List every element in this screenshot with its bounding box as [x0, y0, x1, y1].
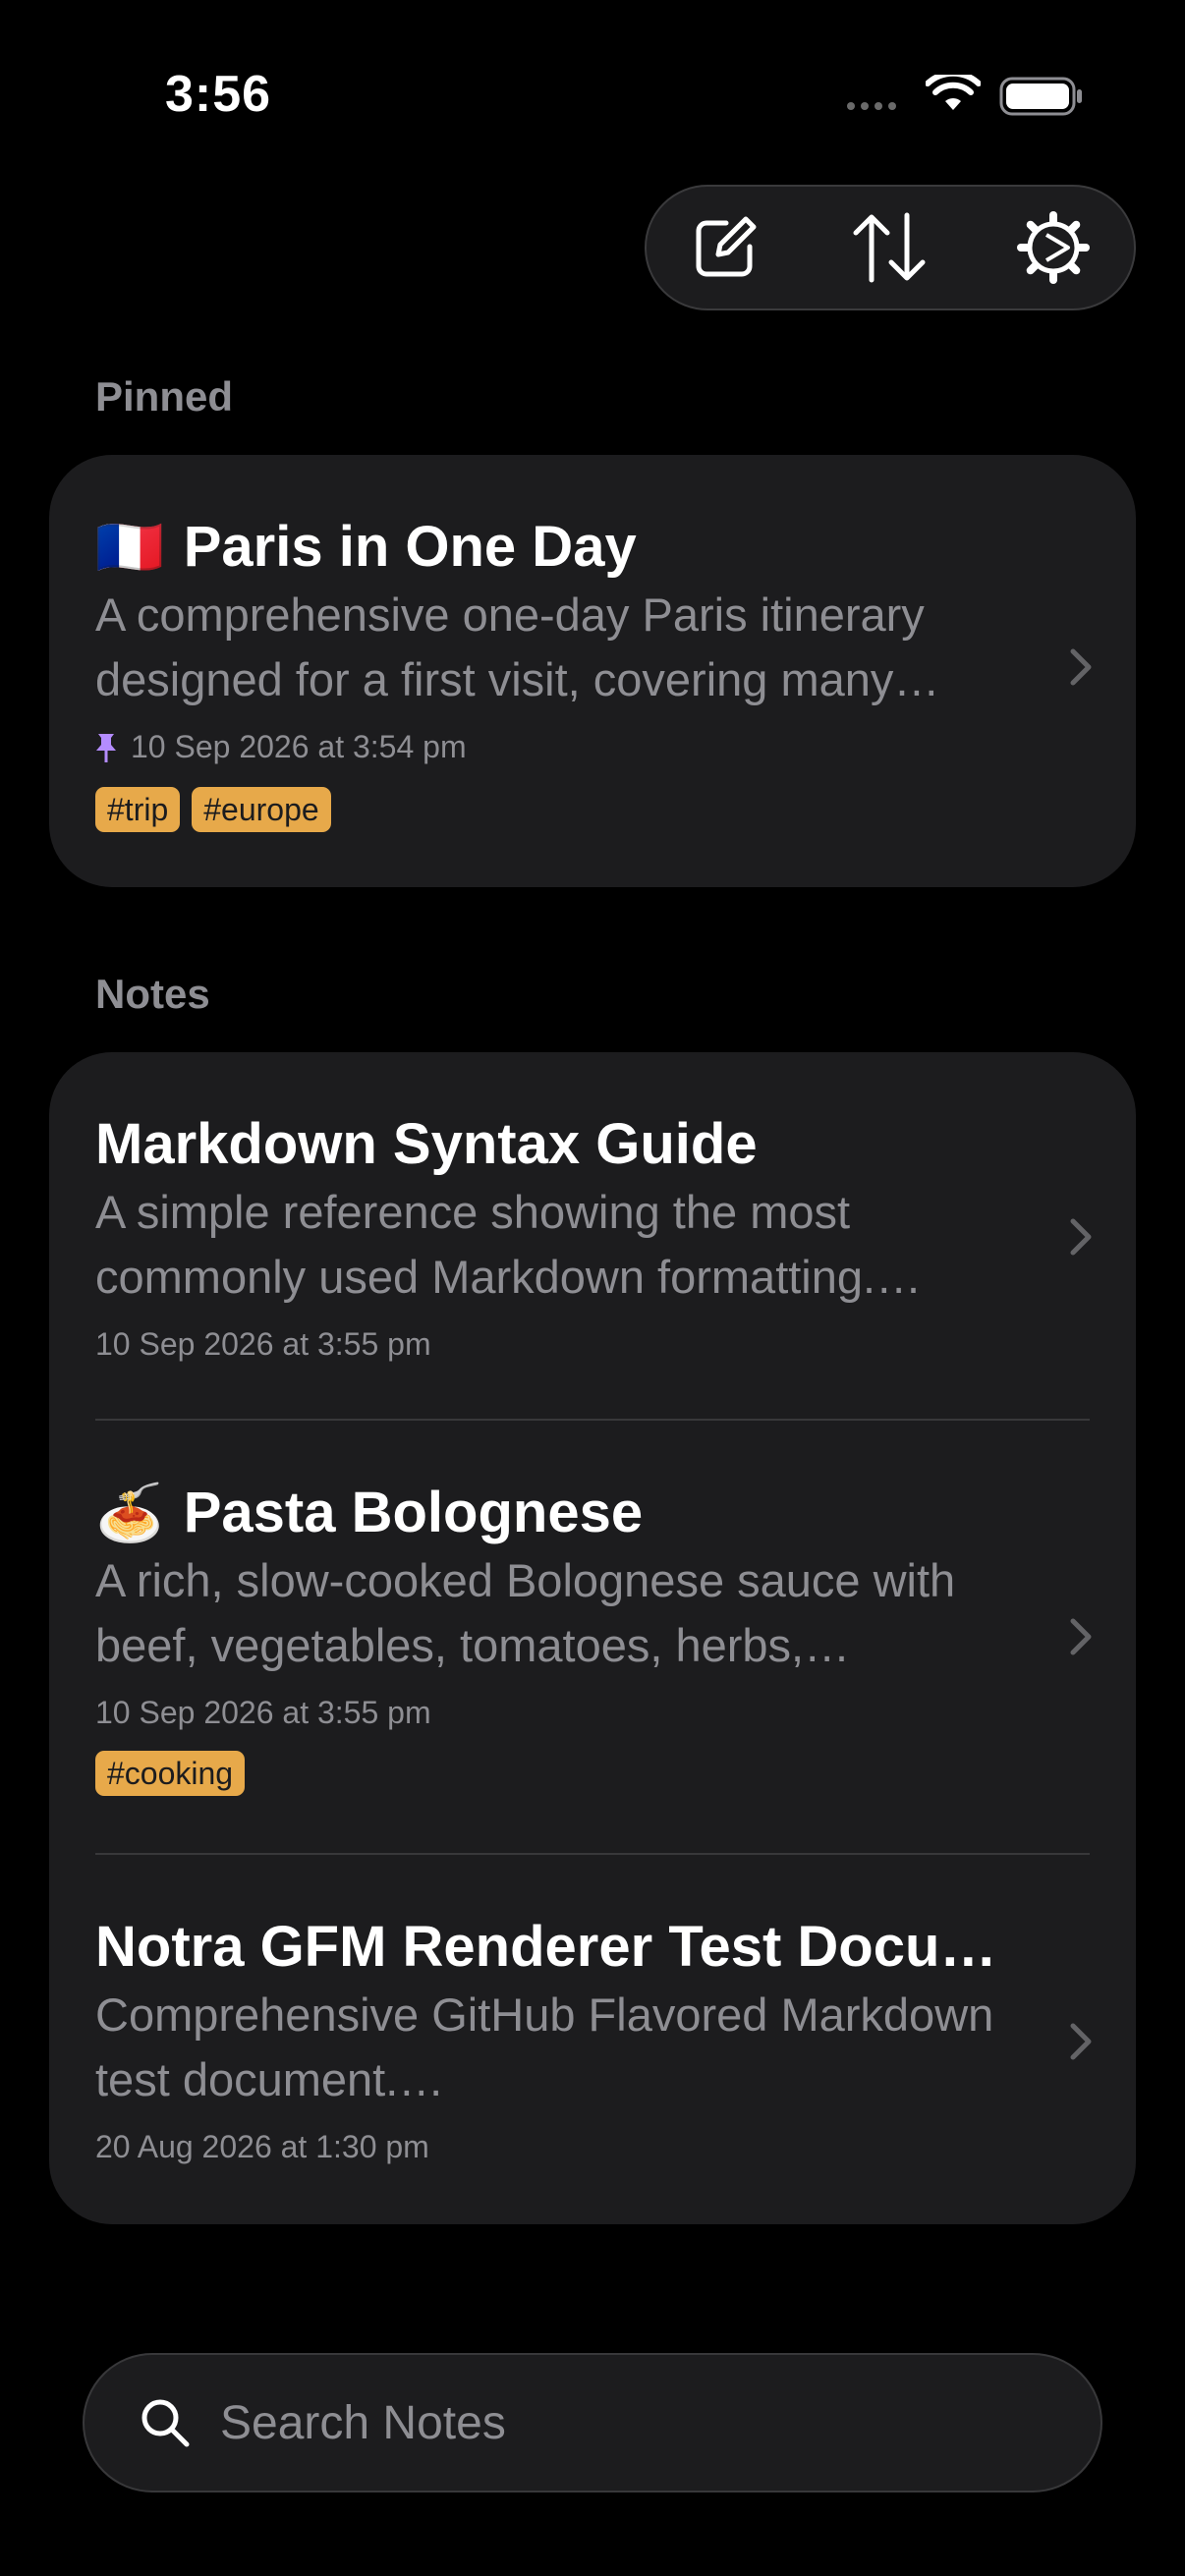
settings-button[interactable]	[1014, 208, 1093, 287]
search-bar[interactable]	[83, 2353, 1102, 2492]
note-title: Notra GFM Renderer Test Docu…	[95, 1914, 996, 1980]
note-date-line: 10 Sep 2026 at 3:55 pm	[95, 1695, 431, 1731]
note-date-line: 10 Sep 2026 at 3:55 pm	[95, 1326, 431, 1363]
note-emoji: 🍝	[95, 1481, 164, 1543]
note-date-line: 20 Aug 2026 at 1:30 pm	[95, 2129, 429, 2165]
note-date: 10 Sep 2026 at 3:55 pm	[95, 1326, 431, 1362]
note-date-line: 10 Sep 2026 at 3:54 pm	[95, 729, 467, 765]
note-title-text: Notra GFM Renderer Test Docu…	[95, 1915, 997, 1979]
pinned-notes-card: 🇫🇷 Paris in One Day A comprehensive one-…	[49, 455, 1136, 887]
note-snippet: A simple reference showing the most comm…	[95, 1186, 923, 1303]
status-indicators	[847, 71, 1083, 120]
pinned-section-header: Pinned	[95, 373, 234, 420]
cellular-signal-icon	[847, 102, 896, 110]
tag-trip[interactable]: #trip	[95, 787, 181, 832]
note-title: 🇫🇷 Paris in One Day	[95, 514, 637, 580]
chevron-right-icon	[1070, 648, 1092, 686]
note-title-text: Paris in One Day	[183, 515, 637, 579]
note-title: 🍝 Pasta Bolognese	[95, 1480, 643, 1545]
note-emoji: 🇫🇷	[95, 515, 164, 578]
note-date: 10 Sep 2026 at 3:55 pm	[95, 1695, 431, 1730]
tag-cooking[interactable]: #cooking	[95, 1751, 246, 1796]
note-title-text: Markdown Syntax Guide	[95, 1112, 758, 1176]
note-snippet: A comprehensive one-day Paris itinerary …	[95, 588, 940, 705]
note-tags: #trip #europe	[95, 787, 331, 832]
new-note-button[interactable]	[686, 208, 764, 287]
notes-card: Markdown Syntax Guide A simple reference…	[49, 1052, 1136, 2224]
chevron-right-icon	[1070, 1618, 1092, 1655]
note-tags: #cooking	[95, 1751, 246, 1796]
search-input[interactable]	[220, 2395, 1006, 2450]
gear-icon	[1017, 211, 1090, 284]
note-date: 10 Sep 2026 at 3:54 pm	[131, 729, 467, 764]
chevron-right-icon	[1070, 1218, 1092, 1256]
notes-list-screen: 3:56 Pinned 🇫🇷 Paris in One Day A compre…	[0, 0, 1185, 2576]
sort-button[interactable]	[850, 208, 929, 287]
note-row-gfm-test[interactable]: Notra GFM Renderer Test Docu… Comprehens…	[49, 1855, 1136, 2224]
notes-section-header: Notes	[95, 971, 210, 1017]
tag-europe[interactable]: #europe	[192, 787, 331, 832]
note-row-markdown-guide[interactable]: Markdown Syntax Guide A simple reference…	[49, 1052, 1136, 1419]
note-row-paris[interactable]: 🇫🇷 Paris in One Day A comprehensive one-…	[49, 455, 1136, 887]
square-and-pencil-icon	[696, 216, 757, 277]
pin-icon	[96, 733, 116, 762]
search-icon	[141, 2399, 190, 2447]
note-date: 20 Aug 2026 at 1:30 pm	[95, 2129, 429, 2164]
note-snippet: A rich, slow-cooked Bolognese sauce with…	[95, 1554, 956, 1671]
wifi-icon	[926, 75, 981, 110]
arrow-up-down-icon	[853, 212, 926, 283]
chevron-right-icon	[1070, 2023, 1092, 2060]
note-snippet: Comprehensive GitHub Flavored Markdown t…	[95, 1988, 994, 2105]
note-row-pasta-bolognese[interactable]: 🍝 Pasta Bolognese A rich, slow-cooked Bo…	[49, 1421, 1136, 1853]
status-time: 3:56	[165, 66, 272, 123]
note-title-text: Pasta Bolognese	[183, 1481, 644, 1544]
top-toolbar	[645, 185, 1136, 310]
battery-icon	[999, 77, 1082, 116]
note-title: Markdown Syntax Guide	[95, 1111, 758, 1177]
